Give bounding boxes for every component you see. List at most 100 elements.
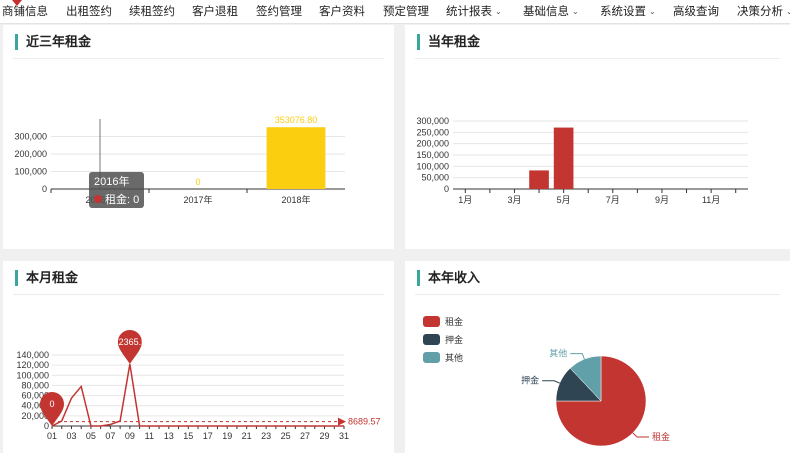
series-line xyxy=(51,363,344,427)
chevron-down-icon: ⌄ xyxy=(786,7,790,16)
y-tick-label: 50,000 xyxy=(421,173,449,183)
y-tick-label: 120,000 xyxy=(16,360,49,370)
y-tick-label: 150,000 xyxy=(416,150,449,160)
chevron-down-icon: ⌄ xyxy=(495,7,502,16)
bar xyxy=(529,170,549,189)
nav-label: 客户资料 xyxy=(319,6,365,18)
chart-current-year-rent: 050,000 100,000150,000200,000 250,000300,0… xyxy=(416,116,748,205)
nav-lease-renewal[interactable]: 续租签约 xyxy=(129,0,175,24)
markpoint-label: 0 xyxy=(49,399,54,409)
legend-label: 租金 xyxy=(445,316,463,327)
nav-advanced-search[interactable]: 高级查询 xyxy=(673,0,719,24)
nav-shop-info[interactable]: 商铺信息 xyxy=(2,0,48,24)
legend-swatch xyxy=(423,316,440,327)
nav-reservations[interactable]: 预定管理 xyxy=(383,0,429,24)
panel-three-year-rent: 近三年租金 0100,000200,000300,0002016年2017年02… xyxy=(3,25,394,249)
markline-arrow xyxy=(338,417,346,426)
tooltip-value: 租金: 0 xyxy=(105,192,139,206)
tooltip-series-dot xyxy=(94,195,102,203)
nav-label: 客户退租 xyxy=(192,6,238,18)
nav-label: 统计报表 xyxy=(446,6,492,18)
chart-month-rent: 020,00040,00060,00080,000100,000120,0001… xyxy=(16,329,381,441)
legend-swatch xyxy=(423,352,440,363)
x-tick-label: 2017年 xyxy=(183,194,212,205)
nav-label: 出租签约 xyxy=(66,6,112,18)
x-tick-label: 9月 xyxy=(655,195,669,205)
x-tick-label: 03 xyxy=(66,431,76,441)
x-tick-label: 19 xyxy=(222,431,232,441)
panel-current-year-rent: 当年租金 0 50,000 100,000 150,000 200,000 250,000… xyxy=(405,25,790,249)
y-tick-label: 100,000 xyxy=(14,167,47,177)
nav-customer-checkout[interactable]: 客户退租 xyxy=(192,0,238,24)
y-tick-label: 140,000 xyxy=(16,350,49,360)
y-tick-label: 300,000 xyxy=(14,132,47,142)
legend-swatch xyxy=(423,334,440,345)
nav-system-settings[interactable]: 系统设置 ⌄ xyxy=(600,0,656,24)
nav-decision-analysis[interactable]: 决策分析 ⌄ xyxy=(737,0,790,24)
x-tick-label: 13 xyxy=(164,431,174,441)
legend-label: 押金 xyxy=(445,334,463,345)
nav-basic-info[interactable]: 基础信息 ⌄ xyxy=(523,0,579,24)
x-tick-label: 01 xyxy=(47,431,57,441)
x-tick-label: 11月 xyxy=(702,195,720,205)
x-tick-label: 7月 xyxy=(606,195,620,205)
data-label: 353076.80 xyxy=(275,115,318,125)
nav-reports[interactable]: 统计报表 ⌄ xyxy=(446,0,502,24)
x-tick-label: 23 xyxy=(261,431,271,441)
y-tick-label: 0 xyxy=(42,184,47,194)
nav-contract-management[interactable]: 签约管理 xyxy=(256,0,302,24)
nav-label: 高级查询 xyxy=(673,6,719,18)
y-tick-label: 250,000 xyxy=(416,127,449,137)
x-tick-label: 05 xyxy=(86,431,96,441)
nav-label: 预定管理 xyxy=(383,6,429,18)
pie-label: 其他 xyxy=(549,348,567,359)
nav-label: 续租签约 xyxy=(129,6,175,18)
nav-customer-profiles[interactable]: 客户资料 xyxy=(319,0,365,24)
pie-label: 租金 xyxy=(652,431,670,442)
chevron-down-icon: ⌄ xyxy=(572,7,579,16)
x-tick-label: 17 xyxy=(203,431,213,441)
y-tick-label: 300,000 xyxy=(416,116,449,126)
data-label: 0 xyxy=(195,177,200,187)
pie-label: 押金 xyxy=(521,375,539,386)
x-tick-label: 15 xyxy=(183,431,193,441)
markline-label: 8689.57 xyxy=(348,417,381,427)
chart-three-year-rent: 0 100,000 200,000 300,000 2016年 2017年 0 2018年 35… xyxy=(14,115,345,208)
bar xyxy=(553,127,574,189)
panel-year-income: 本年收入 租金 押金 其他 租金 押金 其他 xyxy=(405,261,790,453)
x-tick-label: 21 xyxy=(242,431,252,441)
x-tick-label: 25 xyxy=(281,431,291,441)
pie-label-line xyxy=(542,380,560,384)
nav-label: 系统设置 xyxy=(600,6,646,18)
y-tick-label: 0 xyxy=(444,184,449,194)
x-tick-label: 29 xyxy=(320,431,330,441)
pie-label-line xyxy=(632,432,650,438)
y-tick-label: 0 xyxy=(44,421,49,431)
y-tick-label: 200,000 xyxy=(416,139,449,149)
x-tick-label: 07 xyxy=(105,431,115,441)
pie-label-line xyxy=(570,353,585,360)
x-tick-label: 31 xyxy=(339,431,349,441)
top-navigation-bar: 商铺信息 出租签约 续租签约 客户退租 签约管理 客户资料 预定管理 统计报表 ⌄… xyxy=(0,0,790,24)
x-tick-label: 1月 xyxy=(458,195,472,205)
x-tick-label: 09 xyxy=(125,431,135,441)
y-tick-label: 80,000 xyxy=(21,380,49,390)
chevron-down-icon: ⌄ xyxy=(649,7,656,16)
nav-label: 决策分析 xyxy=(737,6,783,18)
y-tick-label: 100,000 xyxy=(16,370,49,380)
markpoint-label: 122365.57 xyxy=(109,337,152,347)
x-tick-label: 2018年 xyxy=(281,194,310,205)
bar xyxy=(266,127,326,189)
nav-label: 基础信息 xyxy=(523,6,569,18)
x-tick-label: 5月 xyxy=(557,195,571,205)
nav-label: 签约管理 xyxy=(256,6,302,18)
x-tick-label: 11 xyxy=(145,431,154,441)
tooltip-title: 2016年 xyxy=(94,174,129,188)
nav-lease-signing[interactable]: 出租签约 xyxy=(66,0,112,24)
panel-month-rent: 本月租金 0 20,000 40,000 60,000 80,000 100,000 120… xyxy=(3,261,394,453)
x-tick-label: 3月 xyxy=(507,195,521,205)
chart-year-income: 租金押金其他租金押金其他 xyxy=(423,316,670,447)
nav-label: 商铺信息 xyxy=(2,6,48,18)
y-tick-label: 100,000 xyxy=(416,161,449,171)
y-tick-label: 200,000 xyxy=(14,149,47,159)
